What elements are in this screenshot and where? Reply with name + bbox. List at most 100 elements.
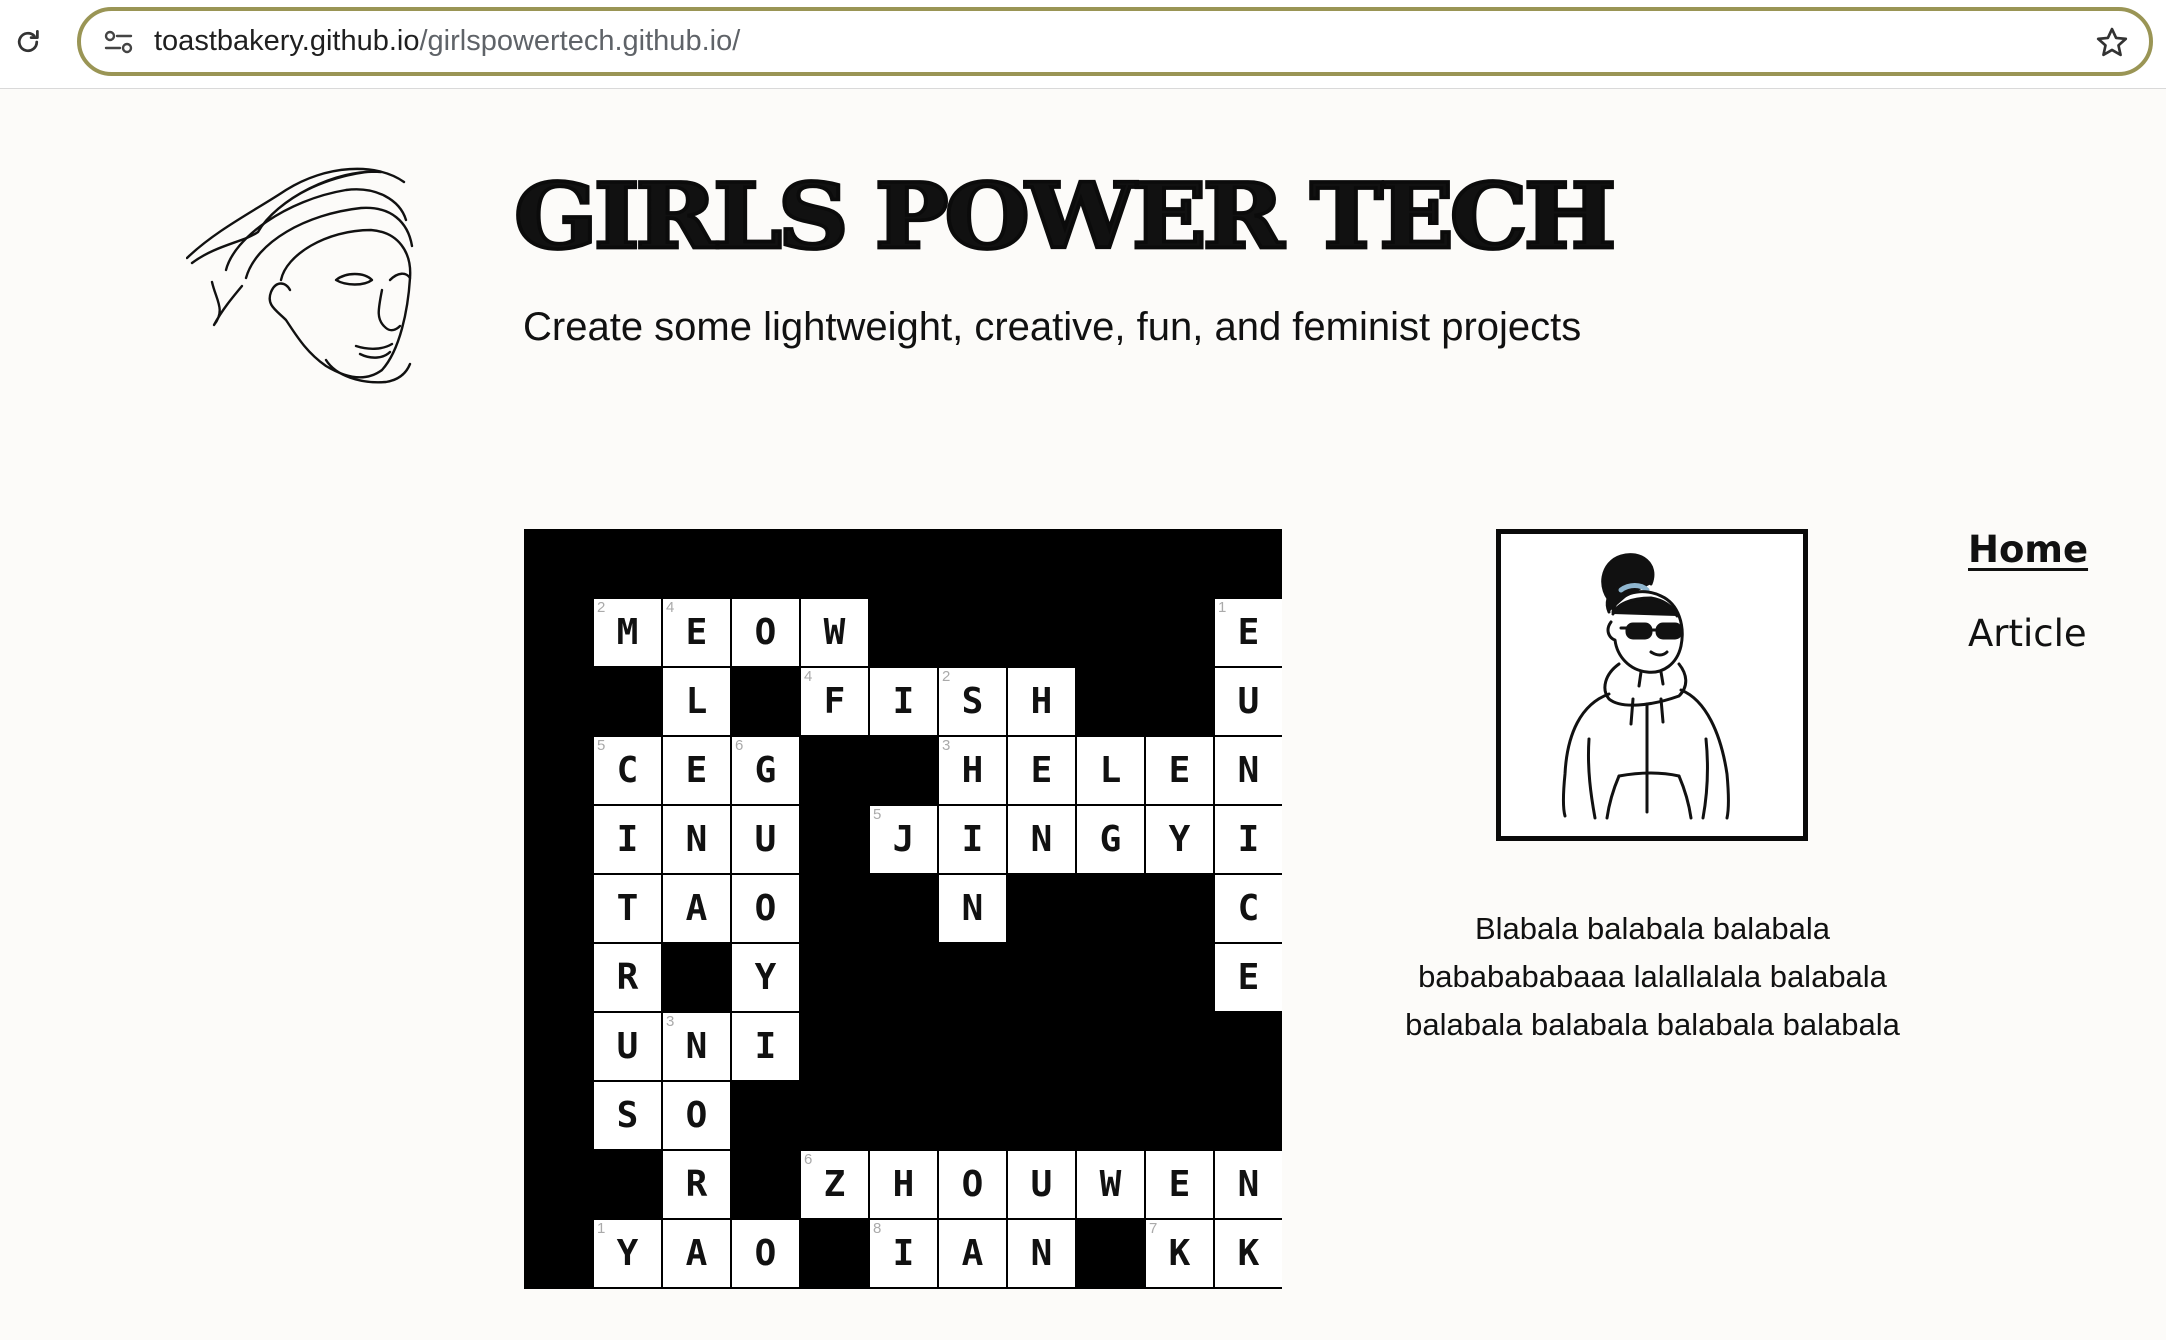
crossword-letter: U	[1030, 1164, 1053, 1205]
crossword-cell[interactable]: I	[870, 668, 937, 735]
crossword-cell[interactable]: N	[939, 875, 1006, 942]
crossword-letter: E	[1237, 957, 1260, 998]
crossword-cell[interactable]: O	[732, 1220, 799, 1287]
crossword-cell[interactable]: E	[1146, 1151, 1213, 1218]
crossword-letter: C	[1237, 888, 1260, 929]
crossword-cell[interactable]: 3H	[939, 737, 1006, 804]
crossword-cell[interactable]: Y	[1146, 806, 1213, 873]
avatar	[1496, 529, 1808, 841]
crossword-letter: Y	[616, 1233, 639, 1274]
crossword-cell[interactable]: 6Z	[801, 1151, 868, 1218]
crossword-cell[interactable]: N	[663, 806, 730, 873]
crossword-letter: A	[685, 888, 708, 929]
crossword-cell[interactable]: O	[732, 875, 799, 942]
crossword-cell[interactable]: H	[1008, 668, 1075, 735]
woman-face-line-art-logo[interactable]	[185, 160, 416, 385]
crossword-cell[interactable]: H	[870, 1151, 937, 1218]
crossword-letter: N	[1237, 750, 1260, 791]
crossword-clue-number: 2	[597, 599, 606, 616]
crossword-cell[interactable]: L	[1077, 737, 1144, 804]
crossword-cell[interactable]: Y	[732, 944, 799, 1011]
crossword-letter: Y	[754, 957, 777, 998]
crossword-cell[interactable]: 7K	[1146, 1220, 1213, 1287]
crossword-clue-number: 8	[873, 1220, 882, 1237]
crossword-letter: E	[685, 750, 708, 791]
crossword-letter: I	[616, 819, 639, 860]
crossword-cell[interactable]: I	[1215, 806, 1282, 873]
crossword-letter: U	[1237, 681, 1260, 722]
crossword-cell[interactable]: 6G	[732, 737, 799, 804]
crossword-letter: Y	[1168, 819, 1191, 860]
crossword-cell[interactable]: N	[1008, 1220, 1075, 1287]
crossword-cell[interactable]: 5C	[594, 737, 661, 804]
crossword-letter: N	[685, 1026, 708, 1067]
crossword-cell[interactable]: C	[1215, 875, 1282, 942]
crossword-cell[interactable]: 1Y	[594, 1220, 661, 1287]
crossword-cell[interactable]: E	[1008, 737, 1075, 804]
crossword-clue-number: 6	[735, 737, 744, 754]
crossword-cell[interactable]: W	[1077, 1151, 1144, 1218]
nav-article-link[interactable]: Article	[1968, 612, 2087, 655]
address-bar[interactable]: toastbakery.github.io/girlspowertech.git…	[77, 7, 2153, 76]
crossword-cell[interactable]: W	[801, 599, 868, 666]
crossword-cell[interactable]: 4E	[663, 599, 730, 666]
crossword-cell[interactable]: T	[594, 875, 661, 942]
crossword-cell[interactable]: L	[663, 668, 730, 735]
crossword-cell[interactable]: R	[594, 944, 661, 1011]
crossword-cell[interactable]: O	[732, 599, 799, 666]
crossword-cell[interactable]: E	[663, 737, 730, 804]
crossword-cell[interactable]: K	[1215, 1220, 1282, 1287]
crossword-clue-number: 6	[804, 1151, 813, 1168]
nav-home-link[interactable]: Home	[1968, 528, 2088, 571]
crossword-cell[interactable]: 4F	[801, 668, 868, 735]
crossword-cell[interactable]: E	[1146, 737, 1213, 804]
crossword-cell[interactable]: O	[663, 1082, 730, 1149]
crossword-cell[interactable]: 2M	[594, 599, 661, 666]
crossword-letter: O	[685, 1095, 708, 1136]
crossword-letter: F	[823, 681, 846, 722]
profile-bio: Blabala balabala balabala bababababaaa l…	[1405, 911, 1900, 1042]
crossword-letter: N	[1030, 1233, 1053, 1274]
crossword-cell[interactable]: U	[1215, 668, 1282, 735]
crossword-cell[interactable]: U	[594, 1013, 661, 1080]
crossword-letter: I	[1237, 819, 1260, 860]
crossword-cell[interactable]: 2S	[939, 668, 1006, 735]
crossword-cell[interactable]: 8I	[870, 1220, 937, 1287]
crossword-clue-number: 4	[666, 599, 675, 616]
crossword-letter: N	[685, 819, 708, 860]
crossword-cell[interactable]: 3N	[663, 1013, 730, 1080]
crossword-letter: A	[685, 1233, 708, 1274]
crossword-clue-number: 5	[597, 737, 606, 754]
crossword-cell[interactable]: A	[663, 1220, 730, 1287]
url-text[interactable]: toastbakery.github.io/girlspowertech.git…	[154, 25, 740, 58]
crossword-cell[interactable]: R	[663, 1151, 730, 1218]
crossword-clue-number: 1	[1218, 599, 1227, 616]
url-host: toastbakery.github.io	[154, 25, 420, 57]
crossword-cell[interactable]: O	[939, 1151, 1006, 1218]
crossword-cell[interactable]: 5J	[870, 806, 937, 873]
crossword-cell[interactable]: S	[594, 1082, 661, 1149]
crossword-cell[interactable]: N	[1215, 1151, 1282, 1218]
crossword-letter: H	[1030, 681, 1053, 722]
crossword-cell[interactable]: A	[939, 1220, 1006, 1287]
reload-icon[interactable]	[8, 22, 48, 62]
crossword-cell[interactable]: U	[732, 806, 799, 873]
crossword-cell[interactable]: I	[732, 1013, 799, 1080]
crossword-cell[interactable]: U	[1008, 1151, 1075, 1218]
crossword-cell[interactable]: G	[1077, 806, 1144, 873]
crossword-letter: C	[616, 750, 639, 791]
crossword-cell[interactable]: 1E	[1215, 599, 1282, 666]
crossword-cell[interactable]: N	[1215, 737, 1282, 804]
crossword-letter: L	[685, 681, 708, 722]
crossword-cell[interactable]: I	[939, 806, 1006, 873]
crossword-letter: W	[823, 612, 846, 653]
star-icon[interactable]	[2093, 24, 2131, 62]
tune-icon[interactable]	[101, 27, 137, 57]
crossword-cell[interactable]: A	[663, 875, 730, 942]
crossword-cell[interactable]: N	[1008, 806, 1075, 873]
crossword-letter: E	[1030, 750, 1053, 791]
crossword-letter: I	[961, 819, 984, 860]
site-tagline: Create some lightweight, creative, fun, …	[523, 305, 1582, 349]
crossword-cell[interactable]: E	[1215, 944, 1282, 1011]
crossword-cell[interactable]: I	[594, 806, 661, 873]
